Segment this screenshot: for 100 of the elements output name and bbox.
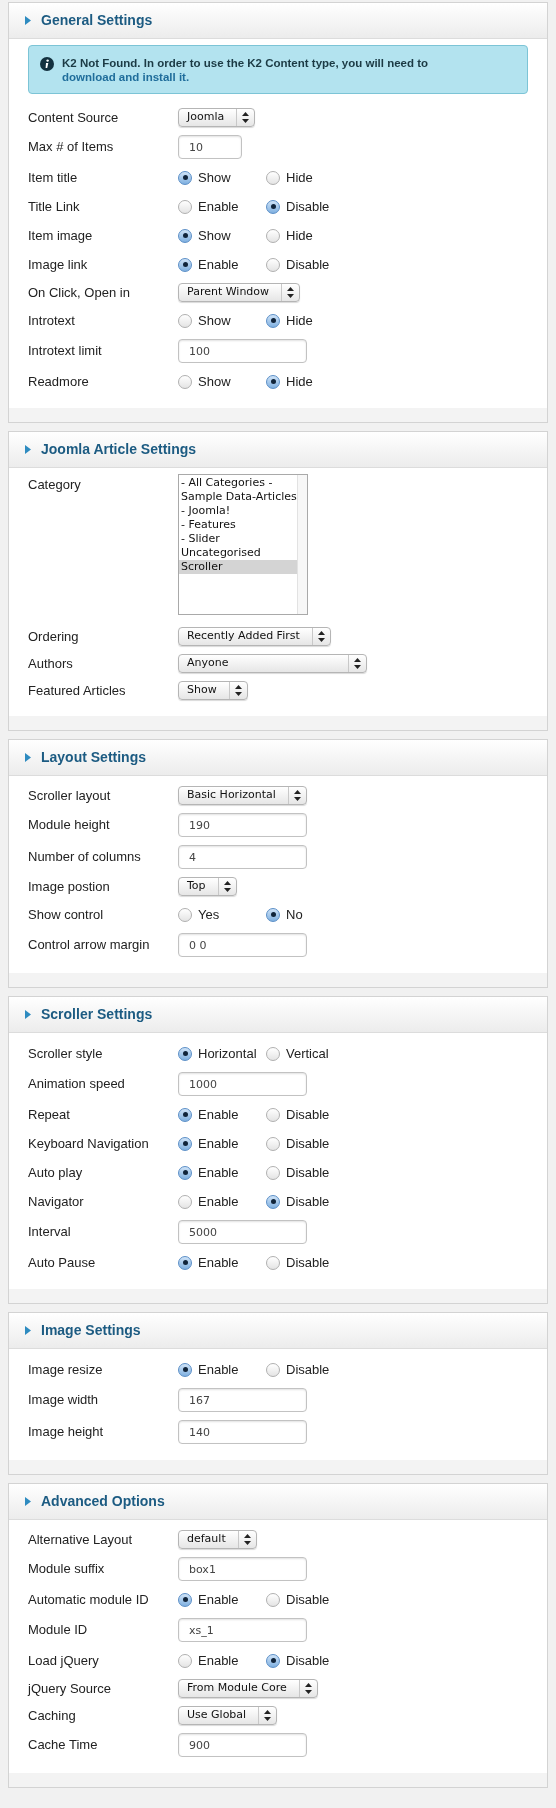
radio-button[interactable] (178, 1165, 192, 1180)
radio-button[interactable] (178, 199, 192, 214)
radio-button[interactable] (178, 1653, 192, 1668)
radio-button[interactable] (266, 1107, 280, 1122)
dropdown[interactable]: Anyone (178, 654, 367, 673)
dropdown[interactable]: Basic Horizontal (178, 786, 307, 805)
text-field[interactable]: box1 (178, 1557, 307, 1581)
radio-button[interactable] (266, 374, 280, 389)
radio-label: Disable (286, 1163, 330, 1182)
dropdown[interactable]: Use Global (178, 1706, 278, 1725)
text-field[interactable]: 1000 (178, 1072, 307, 1096)
field-label: Module height (28, 816, 111, 835)
radio-button[interactable] (266, 1046, 280, 1061)
field-label: Automatic module ID (28, 1590, 150, 1609)
text-field[interactable]: 190 (178, 813, 307, 837)
radio-label: No (286, 905, 303, 924)
radio-button[interactable] (266, 1165, 280, 1180)
radio-button[interactable] (178, 1046, 192, 1061)
radio-button[interactable] (178, 1592, 192, 1607)
list-option[interactable]: - All Categories - (179, 476, 297, 490)
section-title: Advanced Options (41, 1492, 165, 1511)
radio-button[interactable] (266, 1136, 280, 1151)
radio-label: Hide (286, 168, 313, 187)
radio-button[interactable] (178, 1136, 192, 1151)
radio-button[interactable] (178, 228, 192, 243)
section-title: Image Settings (41, 1321, 141, 1340)
field-label: Animation speed (28, 1075, 126, 1094)
radio-button[interactable] (266, 907, 280, 922)
dropdown[interactable]: From Module Core (178, 1679, 318, 1698)
text-field[interactable]: 167 (178, 1388, 307, 1412)
radio-button[interactable] (266, 1255, 280, 1270)
radio-label: Enable (198, 1105, 239, 1124)
text-field[interactable]: 900 (178, 1733, 307, 1757)
field-label: Image height (28, 1423, 105, 1442)
list-option[interactable]: - Slider (179, 532, 297, 546)
radio-button[interactable] (266, 228, 280, 243)
radio-button[interactable] (266, 1592, 280, 1607)
radio-button[interactable] (178, 1255, 192, 1270)
radio-label: Yes (198, 905, 220, 924)
radio-button[interactable] (266, 1194, 280, 1209)
radio-button[interactable] (178, 907, 192, 922)
radio-button[interactable] (178, 257, 192, 272)
radio-button[interactable] (266, 170, 280, 185)
field-label: Image width (28, 1391, 100, 1410)
radio-button[interactable] (266, 199, 280, 214)
updown-arrows-icon (354, 658, 361, 669)
dropdown[interactable]: Top (178, 877, 237, 896)
list-option[interactable]: Uncategorised (179, 546, 297, 560)
text-field[interactable]: 5000 (178, 1220, 307, 1244)
dropdown[interactable]: Joomla (178, 108, 256, 127)
radio-button[interactable] (266, 1362, 280, 1377)
field-label: Authors (28, 654, 74, 673)
radio-label: Disable (286, 1590, 330, 1609)
radio-label: Disable (286, 1192, 330, 1211)
field-label: Scroller layout (28, 786, 112, 805)
radio-button[interactable] (178, 170, 192, 185)
field-label: Show control (28, 905, 105, 924)
download-link[interactable]: download and install it. (62, 71, 190, 83)
field-label: Auto play (28, 1163, 84, 1182)
radio-label: Enable (198, 1590, 239, 1609)
section-title: Layout Settings (41, 748, 146, 767)
text-field[interactable]: xs_1 (178, 1618, 307, 1642)
dropdown-value: Joomla (185, 109, 226, 126)
radio-button[interactable] (178, 1362, 192, 1377)
category-listbox[interactable]: - All Categories - Sample Data-Articles - Joomla! - Features - Slider Uncategorised Scroller (178, 474, 308, 615)
section-title: Scroller Settings (41, 1005, 153, 1024)
radio-button[interactable] (178, 1194, 192, 1209)
text-field[interactable]: 100 (178, 339, 307, 363)
radio-label: Vertical (286, 1044, 329, 1063)
list-option[interactable]: - Features (179, 518, 297, 532)
info-icon (40, 57, 54, 71)
triangle-right-icon (25, 445, 31, 454)
dropdown[interactable]: Recently Added First (178, 627, 331, 646)
field-label: Title Link (28, 197, 81, 216)
dropdown-value: Top (186, 878, 207, 895)
dropdown-value: Use Global (186, 1707, 248, 1724)
dropdown[interactable]: Show (178, 681, 248, 700)
radio-button[interactable] (178, 1107, 192, 1122)
radio-label: Disable (286, 197, 330, 216)
text-field[interactable]: 10 (178, 135, 242, 159)
list-option[interactable]: Scroller (179, 560, 297, 574)
alert-message: K2 Not Found. In order to use the K2 Content type, you will need to download and install it. (62, 56, 430, 84)
radio-button[interactable] (266, 257, 280, 272)
radio-label: Enable (198, 255, 239, 274)
field-label: Image link (28, 255, 89, 274)
updown-arrows-icon (242, 112, 250, 123)
text-field[interactable]: 140 (178, 1420, 307, 1444)
dropdown[interactable]: Parent Window (178, 283, 301, 302)
radio-label: Enable (198, 1163, 239, 1182)
dropdown-value: Recently Added First (186, 628, 301, 645)
dropdown-value: From Module Core (186, 1680, 288, 1697)
text-field[interactable]: 0 0 (178, 933, 307, 957)
radio-button[interactable] (266, 313, 280, 328)
radio-button[interactable] (178, 374, 192, 389)
radio-button[interactable] (266, 1653, 280, 1668)
text-field[interactable]: 4 (178, 845, 307, 869)
dropdown[interactable]: default (178, 1530, 257, 1549)
radio-button[interactable] (178, 313, 192, 328)
list-option[interactable]: Sample Data-Articles (179, 490, 297, 504)
list-option[interactable]: - Joomla! (179, 504, 297, 518)
